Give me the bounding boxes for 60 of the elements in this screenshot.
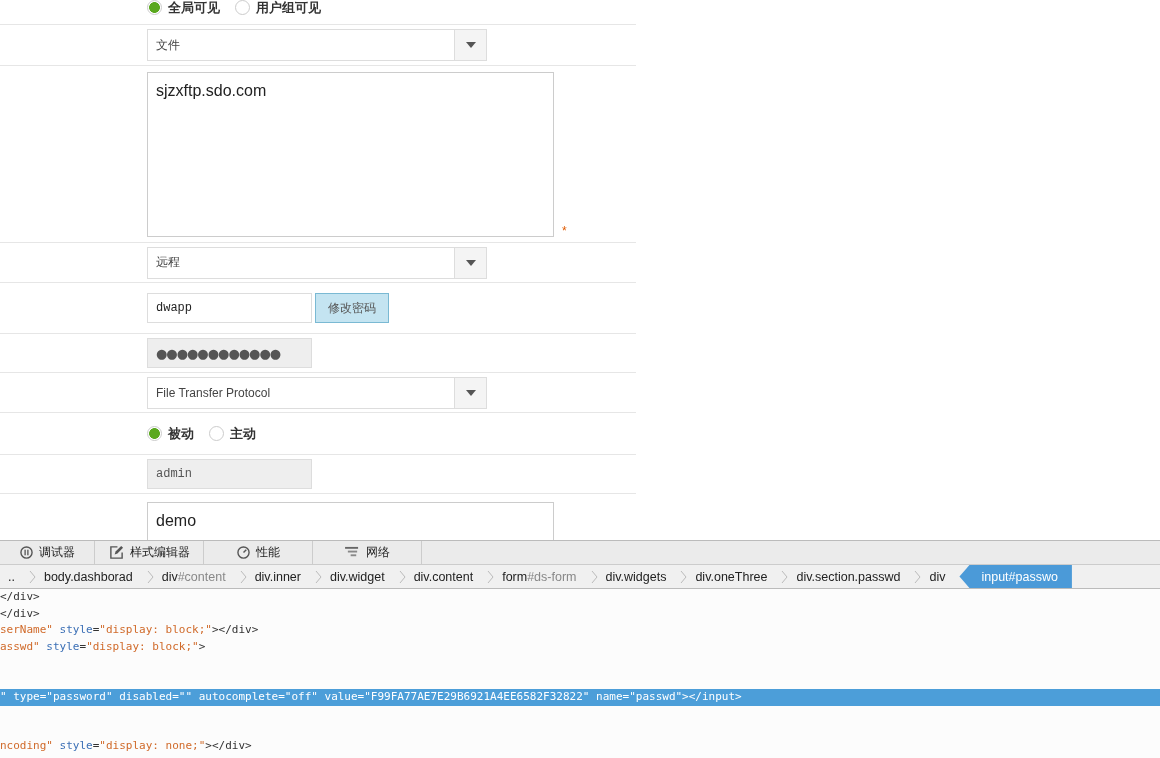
breadcrumb-item[interactable]: div.widget [321,565,399,588]
code-line: ncoding" style="display: none;"></div> [0,737,253,754]
dropdown-select[interactable]: 远程 [147,246,487,279]
devtools-tab[interactable]: 调试器 [0,541,95,564]
radio-label: 被动 [168,424,194,443]
change-password-button[interactable]: 修改密码 [315,293,389,323]
breadcrumb-item[interactable]: form#ds-form [494,565,591,588]
dropdown-select[interactable]: File Transfer Protocol [147,376,487,409]
code-line: </div> [0,605,41,622]
radio-option[interactable]: 用户组可见 [235,0,321,17]
dropdown-caret-icon [465,259,476,266]
devtools-tab[interactable]: 样式编辑器 [95,541,204,564]
gauge-icon [236,546,250,559]
breadcrumb-item[interactable]: div.widgets [597,565,681,588]
radio-button[interactable] [235,0,250,15]
chevron-icon [314,569,322,584]
devtools-tab[interactable]: 网络 [313,541,422,564]
chevron-icon [239,569,247,584]
edit-icon [108,545,124,560]
radio-label: 主动 [230,424,256,443]
radio-option[interactable]: 被动 [147,424,194,443]
radio-button[interactable] [147,426,162,441]
radio-label: 全局可见 [168,0,220,17]
text-area[interactable]: sjzxftp.sdo.com [147,71,554,237]
input-field[interactable]: dwapp [147,293,312,323]
code-line: serName" style="display: block;"></div> [0,622,260,638]
radio-option[interactable]: 全局可见 [147,0,220,17]
network-icon [344,546,360,559]
breadcrumb-item[interactable]: body.dashborad [35,565,147,588]
devtools-tab[interactable]: 性能 [204,541,313,564]
chevron-icon [680,569,688,584]
breadcrumb-item[interactable]: div.oneThree [687,565,782,588]
dropdown-caret-icon [465,42,476,48]
radio-button[interactable] [147,0,162,15]
chevron-icon [28,569,36,584]
radio-button[interactable] [209,426,224,441]
tab-label: 性能 [255,544,280,561]
tab-label: 调试器 [38,544,75,561]
chevron-icon [781,569,789,584]
breadcrumb-item[interactable]: .. [0,565,29,588]
pause-icon [19,546,33,559]
breadcrumb-item[interactable]: div [921,565,960,588]
dropdown-select[interactable]: 文件 [147,29,487,61]
chevron-icon [146,569,154,584]
code-line: </div> [0,589,41,605]
radio-option[interactable]: 主动 [209,424,256,443]
required-mark: * [562,224,567,238]
chevron-icon [590,569,598,584]
breadcrumb-item[interactable]: div.content [405,565,488,588]
tab-label: 网络 [365,544,390,561]
chevron-icon [398,569,406,584]
code-line: asswd" style="display: block;"> [0,638,207,655]
breadcrumb-item[interactable]: div.section.passwd [788,565,915,588]
tab-label: 样式编辑器 [129,544,190,561]
dropdown-caret-icon [465,389,476,396]
radio-label: 用户组可见 [256,0,321,17]
chevron-icon [914,569,922,584]
chevron-icon [487,569,495,584]
breadcrumb-item[interactable]: div#content [153,565,240,588]
breadcrumb-item[interactable]: div.inner [246,565,315,588]
